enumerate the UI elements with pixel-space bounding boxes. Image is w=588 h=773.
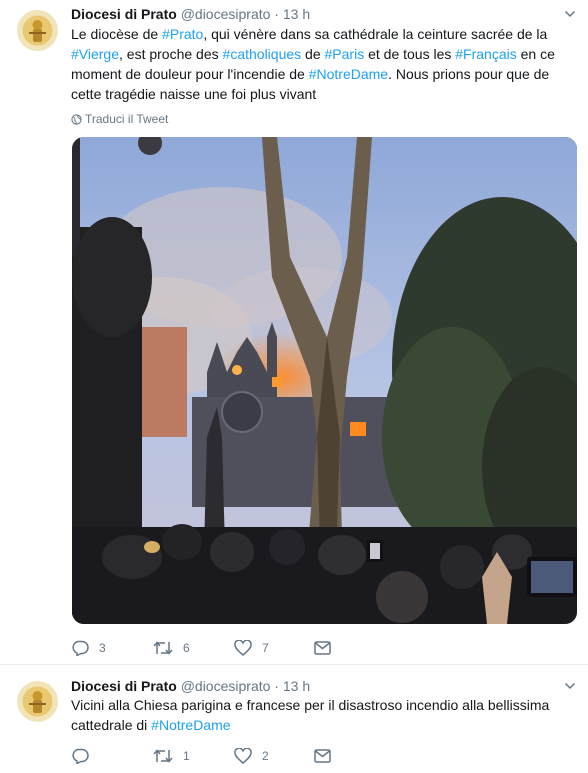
tweet-text: Vicini alla Chiesa parigina e francese p… — [71, 695, 576, 735]
retweet-count: 6 — [183, 641, 190, 655]
tweet-text-segment: Le diocèse de — [71, 26, 163, 42]
tweet-text-segment: , qui vénère dans sa cathédrale la ceint… — [203, 26, 548, 42]
retweet-icon — [153, 749, 173, 763]
like-icon — [234, 640, 252, 656]
author-name[interactable]: Diocesi di Prato — [71, 678, 177, 694]
avatar[interactable] — [17, 10, 58, 51]
globe-icon — [71, 114, 82, 125]
retweet-count: 1 — [183, 749, 190, 763]
reply-icon — [72, 640, 89, 656]
timestamp[interactable]: 13 h — [283, 6, 310, 22]
tweet-text-segment: de — [301, 46, 325, 62]
tweet-2[interactable]: Diocesi di Prato @diocesiprato · 13 h Vi… — [0, 665, 588, 773]
tweet-text: Le diocèse de #Prato, qui vénère dans sa… — [71, 24, 576, 104]
like-count: 2 — [262, 749, 269, 763]
dm-button[interactable] — [314, 638, 341, 658]
tweet-1[interactable]: Diocesi di Prato @diocesiprato · 13 h Le… — [0, 0, 588, 664]
like-button[interactable]: 2 — [234, 746, 269, 766]
avatar[interactable] — [17, 681, 58, 722]
retweet-button[interactable]: 1 — [153, 746, 190, 766]
timestamp[interactable]: 13 h — [283, 678, 310, 694]
translate-label: Traduci il Tweet — [85, 112, 169, 126]
hashtag-link[interactable]: #NotreDame — [309, 66, 388, 82]
dm-icon — [314, 749, 331, 763]
hashtag-link[interactable]: #catholiques — [223, 46, 302, 62]
tweet-header: Diocesi di Prato @diocesiprato · 13 h — [71, 677, 310, 695]
tweet-photo[interactable] — [72, 137, 577, 624]
chevron-down-icon[interactable] — [564, 8, 576, 20]
separator: · — [274, 6, 279, 22]
dm-button[interactable] — [314, 746, 341, 766]
author-handle[interactable]: @diocesiprato — [181, 678, 271, 694]
reply-button[interactable] — [71, 746, 99, 766]
like-count: 7 — [262, 641, 269, 655]
tweet-text-segment: et de tous les — [364, 46, 456, 62]
notre-dame-fire-photo — [72, 137, 577, 624]
retweet-button[interactable]: 6 — [153, 638, 190, 658]
like-button[interactable]: 7 — [234, 638, 269, 658]
hashtag-link[interactable]: #Vierge — [71, 46, 119, 62]
dm-icon — [314, 641, 331, 655]
chevron-down-icon[interactable] — [564, 680, 576, 692]
hashtag-link[interactable]: #Français — [455, 46, 516, 62]
translate-link[interactable]: Traduci il Tweet — [71, 112, 168, 126]
hashtag-link[interactable]: #Paris — [325, 46, 365, 62]
reply-count: 3 — [99, 641, 106, 655]
author-name[interactable]: Diocesi di Prato — [71, 6, 177, 22]
like-icon — [234, 748, 252, 764]
hashtag-link[interactable]: #Prato — [162, 26, 203, 42]
retweet-icon — [153, 641, 173, 655]
reply-button[interactable]: 3 — [71, 638, 106, 658]
reply-icon — [72, 748, 89, 764]
author-handle[interactable]: @diocesiprato — [181, 6, 271, 22]
avatar-emblem-icon — [17, 10, 58, 51]
tweet-text-segment: , est proche des — [119, 46, 223, 62]
separator: · — [274, 678, 279, 694]
hashtag-link[interactable]: #NotreDame — [151, 717, 230, 733]
avatar-emblem-icon — [17, 681, 58, 722]
tweet-text-segment: Vicini alla Chiesa parigina e francese p… — [71, 697, 550, 733]
tweet-header: Diocesi di Prato @diocesiprato · 13 h — [71, 5, 310, 23]
